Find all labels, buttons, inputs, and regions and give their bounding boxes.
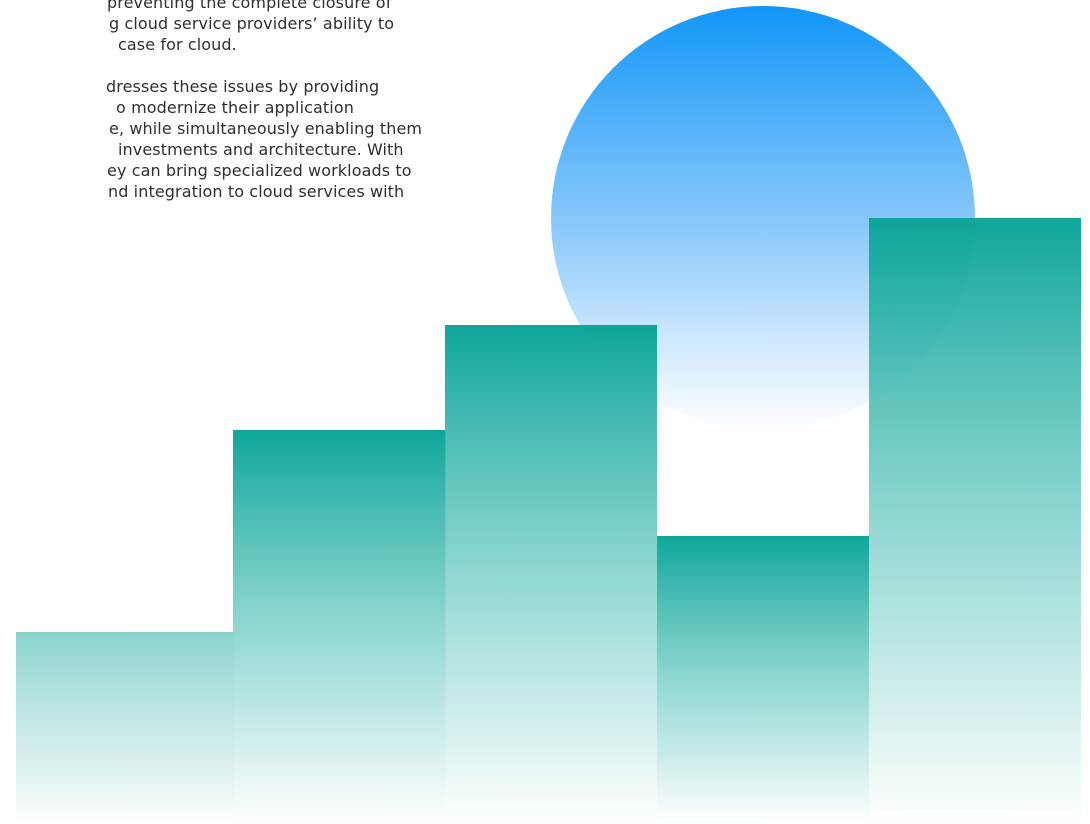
gradient-bar-2	[233, 430, 446, 824]
gradient-bar-3	[445, 325, 657, 824]
decorative-illustration	[16, 6, 1081, 824]
gradient-bar-4	[657, 536, 869, 824]
gradient-bar-1	[16, 632, 234, 824]
gradient-bar-5	[869, 218, 1081, 824]
